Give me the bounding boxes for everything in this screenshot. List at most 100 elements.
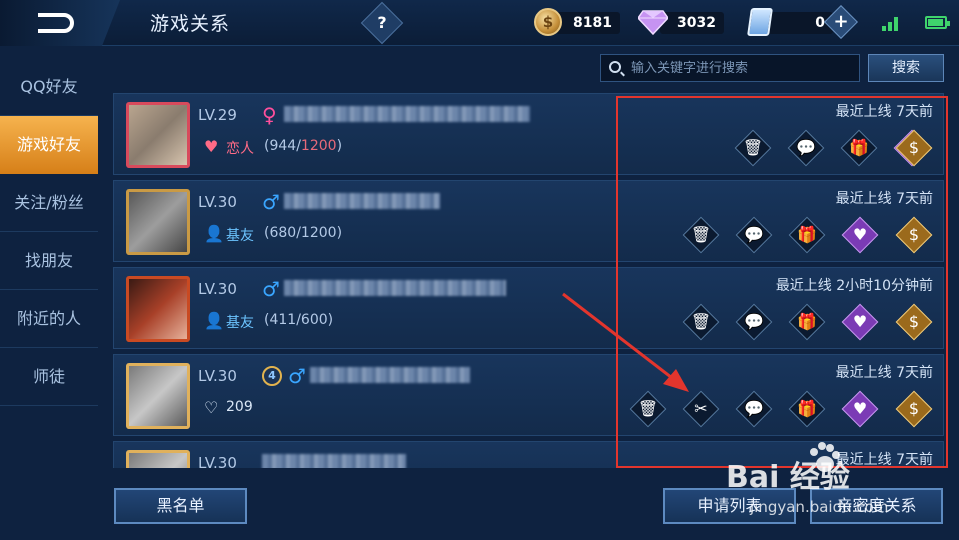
send-gold-button[interactable]: $ bbox=[895, 303, 933, 341]
last-online: 最近上线 7天前 bbox=[836, 362, 933, 382]
gift-button[interactable]: 🎁 bbox=[788, 303, 826, 341]
player-name-blurred bbox=[284, 193, 440, 209]
sidebar-item-find-friends[interactable]: 找朋友 bbox=[0, 232, 98, 290]
friend-list[interactable]: LV.29 ♀ ♥ 恋人 (944/1200) 最近上线 7天前 🗑 💬 🎁 ♥… bbox=[113, 93, 946, 468]
intimacy-max: 600 bbox=[300, 312, 328, 328]
unlink-relation-button[interactable]: ✂ bbox=[682, 390, 720, 428]
last-online-value: 7天前 bbox=[896, 104, 933, 120]
search-input[interactable] bbox=[631, 58, 851, 78]
list-item[interactable]: LV.29 ♀ ♥ 恋人 (944/1200) 最近上线 7天前 🗑 💬 🎁 ♥… bbox=[113, 93, 944, 175]
avatar[interactable] bbox=[126, 102, 190, 168]
intimacy-value: (944/1200) bbox=[264, 138, 343, 154]
trash-icon: 🗑 bbox=[742, 138, 764, 157]
help-button[interactable]: ? bbox=[360, 1, 404, 45]
gold-coin-icon bbox=[534, 8, 562, 36]
last-online-label: 最近上线 bbox=[835, 104, 892, 120]
last-online-value: 7天前 bbox=[896, 365, 933, 381]
sidebar-item-label: 附近的人 bbox=[16, 309, 81, 328]
avatar[interactable] bbox=[126, 276, 190, 342]
relation-label: 恋人 bbox=[226, 141, 254, 157]
chat-button[interactable]: 💬 bbox=[735, 390, 773, 428]
blacklist-button[interactable]: 黑名单 bbox=[114, 488, 247, 524]
intimacy-relation-button[interactable]: 亲密度关系 bbox=[810, 488, 943, 524]
chat-button[interactable]: 💬 bbox=[735, 303, 773, 341]
list-item[interactable]: LV.30 ♂ 👤 基友 (411/600) 最近上线 2小时10分钟前 🗑 💬… bbox=[113, 267, 944, 349]
gold-coin-icon: $ bbox=[908, 225, 920, 244]
intimacy-button[interactable]: ♥ bbox=[841, 390, 879, 428]
intimacy-max: 1200 bbox=[300, 138, 337, 154]
avatar[interactable] bbox=[126, 450, 190, 468]
level-label: LV.30 bbox=[198, 367, 237, 385]
intimacy-value: (411/600) bbox=[264, 312, 334, 328]
plus-icon: + bbox=[833, 11, 849, 32]
diamond-currency: 3032 bbox=[638, 8, 724, 36]
sidebar-item-nearby[interactable]: 附近的人 bbox=[0, 290, 98, 348]
gift-button[interactable]: 🎁 bbox=[840, 129, 878, 167]
delete-friend-button[interactable]: 🗑 bbox=[682, 216, 720, 254]
sidebar-item-label: 游戏好友 bbox=[16, 135, 81, 154]
sidebar-item-mentor[interactable]: 师徒 bbox=[0, 348, 98, 406]
relation-label: 基友 bbox=[226, 315, 254, 331]
sidebar-item-game-friends[interactable]: 游戏好友 bbox=[0, 116, 98, 174]
search-button[interactable]: 搜索 bbox=[868, 54, 944, 82]
male-icon: ♂ bbox=[262, 277, 280, 301]
send-gold-button[interactable]: $ bbox=[895, 129, 933, 167]
delete-friend-button[interactable]: 🗑 bbox=[629, 390, 667, 428]
last-online-label: 最近上线 bbox=[835, 365, 892, 381]
heart-icon: ♥ bbox=[204, 137, 219, 156]
last-online-label: 最近上线 bbox=[835, 191, 892, 207]
diamond-icon bbox=[638, 10, 668, 35]
sidebar-item-label: 关注/粉丝 bbox=[14, 193, 84, 212]
list-item[interactable]: LV.30 最近上线 7天前 bbox=[113, 441, 944, 468]
buddy-icon: 👤 bbox=[204, 311, 224, 330]
delete-friend-button[interactable]: 🗑 bbox=[682, 303, 720, 341]
chat-icon: 💬 bbox=[744, 399, 764, 418]
last-online-value: 7天前 bbox=[896, 191, 933, 207]
female-icon: ♀ bbox=[262, 103, 277, 127]
gift-button[interactable]: 🎁 bbox=[788, 390, 826, 428]
intimacy-button[interactable]: ♥ bbox=[841, 216, 879, 254]
gift-icon: 🎁 bbox=[797, 399, 817, 418]
player-name-blurred bbox=[262, 454, 406, 468]
delete-friend-button[interactable]: 🗑 bbox=[734, 129, 772, 167]
gift-icon: 🎁 bbox=[797, 312, 817, 331]
intimacy-value: (680/1200) bbox=[264, 225, 343, 241]
list-item[interactable]: LV.30 ♂ 👤 基友 (680/1200) 最近上线 7天前 🗑 💬 🎁 ♥… bbox=[113, 180, 944, 262]
gold-currency: 8181 bbox=[534, 8, 620, 36]
last-online-value: 2小时10分钟前 bbox=[836, 278, 933, 294]
send-gold-button[interactable]: $ bbox=[895, 390, 933, 428]
intimacy-max: 1200 bbox=[300, 225, 337, 241]
sidebar-item-qq-friends[interactable]: QQ好友 bbox=[0, 58, 98, 116]
signal-icon bbox=[882, 15, 902, 31]
avatar[interactable] bbox=[126, 189, 190, 255]
last-online-value: 7天前 bbox=[896, 452, 933, 468]
requests-list-button[interactable]: 申请列表 bbox=[663, 488, 796, 524]
avatar[interactable] bbox=[126, 363, 190, 429]
send-gold-button[interactable]: $ bbox=[895, 216, 933, 254]
battery-icon bbox=[925, 16, 950, 29]
list-item[interactable]: LV.30 4 ♂ ♡ 209 最近上线 7天前 🗑 ✂ 💬 🎁 ♥ $ bbox=[113, 354, 944, 436]
page-title: 游戏关系 bbox=[150, 13, 231, 35]
search-icon bbox=[609, 61, 621, 73]
chat-button[interactable]: 💬 bbox=[787, 129, 825, 167]
sidebar-item-follow-fans[interactable]: 关注/粉丝 bbox=[0, 174, 98, 232]
gift-icon: 🎁 bbox=[797, 225, 817, 244]
chat-button[interactable]: 💬 bbox=[735, 216, 773, 254]
top-bar: 游戏关系 ? 8181 3032 0 + bbox=[0, 0, 959, 46]
buddy-icon: 👤 bbox=[204, 224, 224, 243]
intimacy-relation-label: 亲密度关系 bbox=[836, 496, 917, 515]
sidebar-item-label: 找朋友 bbox=[24, 251, 73, 270]
chat-icon: 💬 bbox=[796, 138, 816, 157]
chat-icon: 💬 bbox=[744, 312, 764, 331]
intimacy-button[interactable]: ♥ bbox=[841, 303, 879, 341]
level-label: LV.30 bbox=[198, 454, 237, 468]
gold-value: 8181 bbox=[556, 12, 620, 34]
player-name-blurred bbox=[310, 367, 470, 383]
trash-icon: 🗑 bbox=[637, 399, 659, 418]
gift-button[interactable]: 🎁 bbox=[788, 216, 826, 254]
back-button[interactable] bbox=[0, 0, 120, 46]
player-name-blurred bbox=[284, 280, 506, 296]
broken-heart-icon: ♡ bbox=[204, 398, 219, 417]
help-icon: ? bbox=[377, 13, 387, 32]
last-online: 最近上线 2小时10分钟前 bbox=[776, 275, 933, 295]
